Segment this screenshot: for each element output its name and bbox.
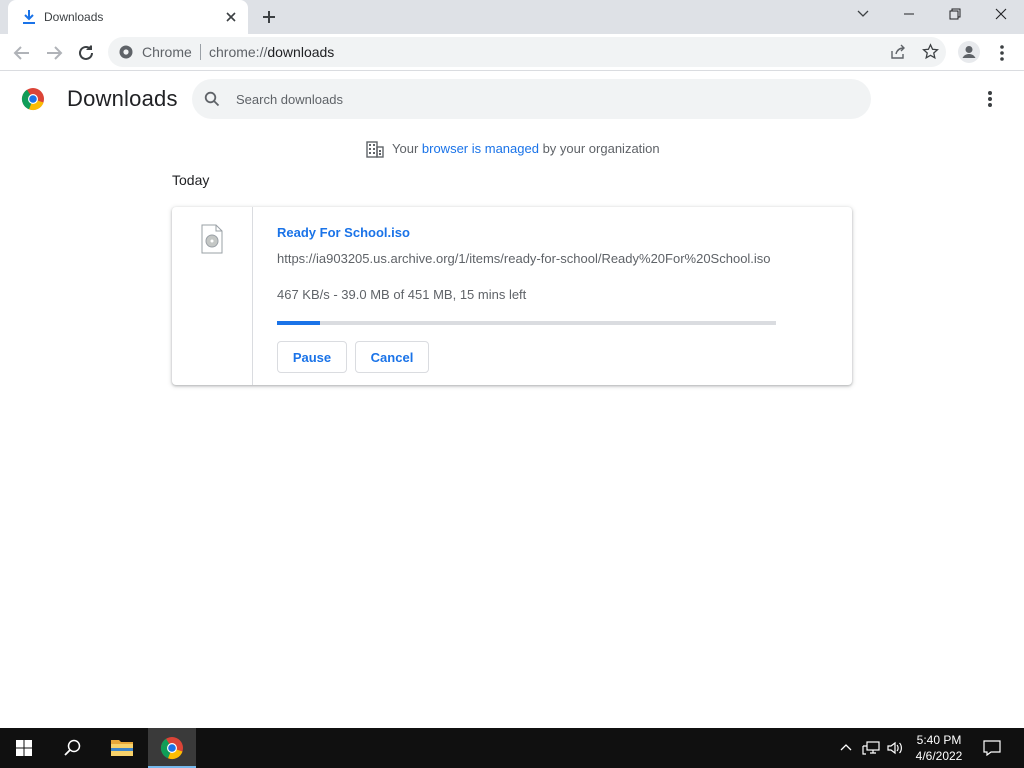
- clock-time: 5:40 PM: [916, 733, 962, 747]
- file-name-link[interactable]: Ready For School.iso: [277, 225, 410, 240]
- page-title: Downloads: [67, 86, 178, 111]
- building-icon: [366, 140, 384, 158]
- site-chip-label: Chrome: [142, 44, 192, 60]
- close-window-button[interactable]: [978, 0, 1024, 32]
- chrome-logo-icon: [21, 87, 45, 111]
- tab-downloads[interactable]: Downloads: [8, 0, 248, 34]
- profile-avatar-icon[interactable]: [957, 40, 981, 64]
- taskbar-clock[interactable]: 5:40 PM 4/6/2022: [905, 732, 973, 764]
- download-progress-fill: [277, 321, 321, 325]
- clock-date: 4/6/2022: [915, 749, 963, 763]
- restore-button[interactable]: [932, 0, 978, 32]
- search-input[interactable]: [236, 89, 836, 109]
- tab-strip: Downloads: [0, 0, 1024, 34]
- download-status: 467 KB/s - 39.0 MB of 451 MB, 15 mins le…: [277, 287, 527, 302]
- managed-text: Your browser is managed by your organiza…: [392, 141, 660, 156]
- file-explorer-icon[interactable]: [98, 728, 146, 768]
- chrome-site-icon: [119, 45, 133, 59]
- back-button[interactable]: [10, 41, 34, 65]
- reload-button[interactable]: [74, 41, 98, 65]
- managed-link[interactable]: browser is managed: [422, 141, 539, 156]
- bookmark-star-icon[interactable]: [922, 43, 939, 60]
- url-path: downloads: [267, 44, 335, 60]
- url-text: chrome://downloads: [209, 44, 334, 60]
- download-icon: [22, 9, 36, 25]
- address-divider: [200, 44, 201, 60]
- file-source-url[interactable]: https://ia903205.us.archive.org/1/items/…: [277, 251, 771, 266]
- cancel-button[interactable]: Cancel: [355, 341, 429, 373]
- network-icon[interactable]: [862, 740, 880, 761]
- forward-button[interactable]: [42, 41, 66, 65]
- new-tab-icon[interactable]: [261, 9, 277, 25]
- minimize-button[interactable]: [886, 0, 932, 32]
- start-button[interactable]: [0, 728, 48, 768]
- url-scheme: chrome://: [209, 44, 268, 60]
- managed-prefix: Your: [392, 141, 422, 156]
- close-tab-icon[interactable]: [223, 9, 239, 25]
- pause-button[interactable]: Pause: [277, 341, 347, 373]
- address-bar[interactable]: Chrome chrome://downloads: [108, 37, 946, 67]
- tab-title: Downloads: [44, 10, 104, 24]
- download-item-card: Ready For School.iso https://ia903205.us…: [172, 207, 852, 385]
- managed-suffix: by your organization: [538, 141, 660, 156]
- date-header: Today: [172, 172, 210, 188]
- volume-icon[interactable]: [886, 740, 904, 761]
- windows-taskbar: 5:40 PM 4/6/2022: [0, 728, 1024, 768]
- notifications-icon[interactable]: [983, 740, 1001, 761]
- chrome-menu-icon[interactable]: [998, 43, 1006, 63]
- show-hidden-icons-icon[interactable]: [839, 740, 853, 759]
- search-icon: [204, 91, 220, 107]
- card-divider: [252, 207, 253, 385]
- search-taskbar-icon[interactable]: [48, 728, 96, 768]
- tab-search-button[interactable]: [840, 0, 886, 32]
- share-icon[interactable]: [890, 44, 906, 60]
- more-actions-icon[interactable]: [986, 89, 994, 109]
- browser-toolbar: Chrome chrome://downloads: [0, 34, 1024, 71]
- download-progress-bar: [277, 321, 776, 325]
- chrome-taskbar-icon[interactable]: [148, 728, 196, 768]
- file-icon: [201, 224, 223, 254]
- search-downloads-box[interactable]: [192, 79, 871, 119]
